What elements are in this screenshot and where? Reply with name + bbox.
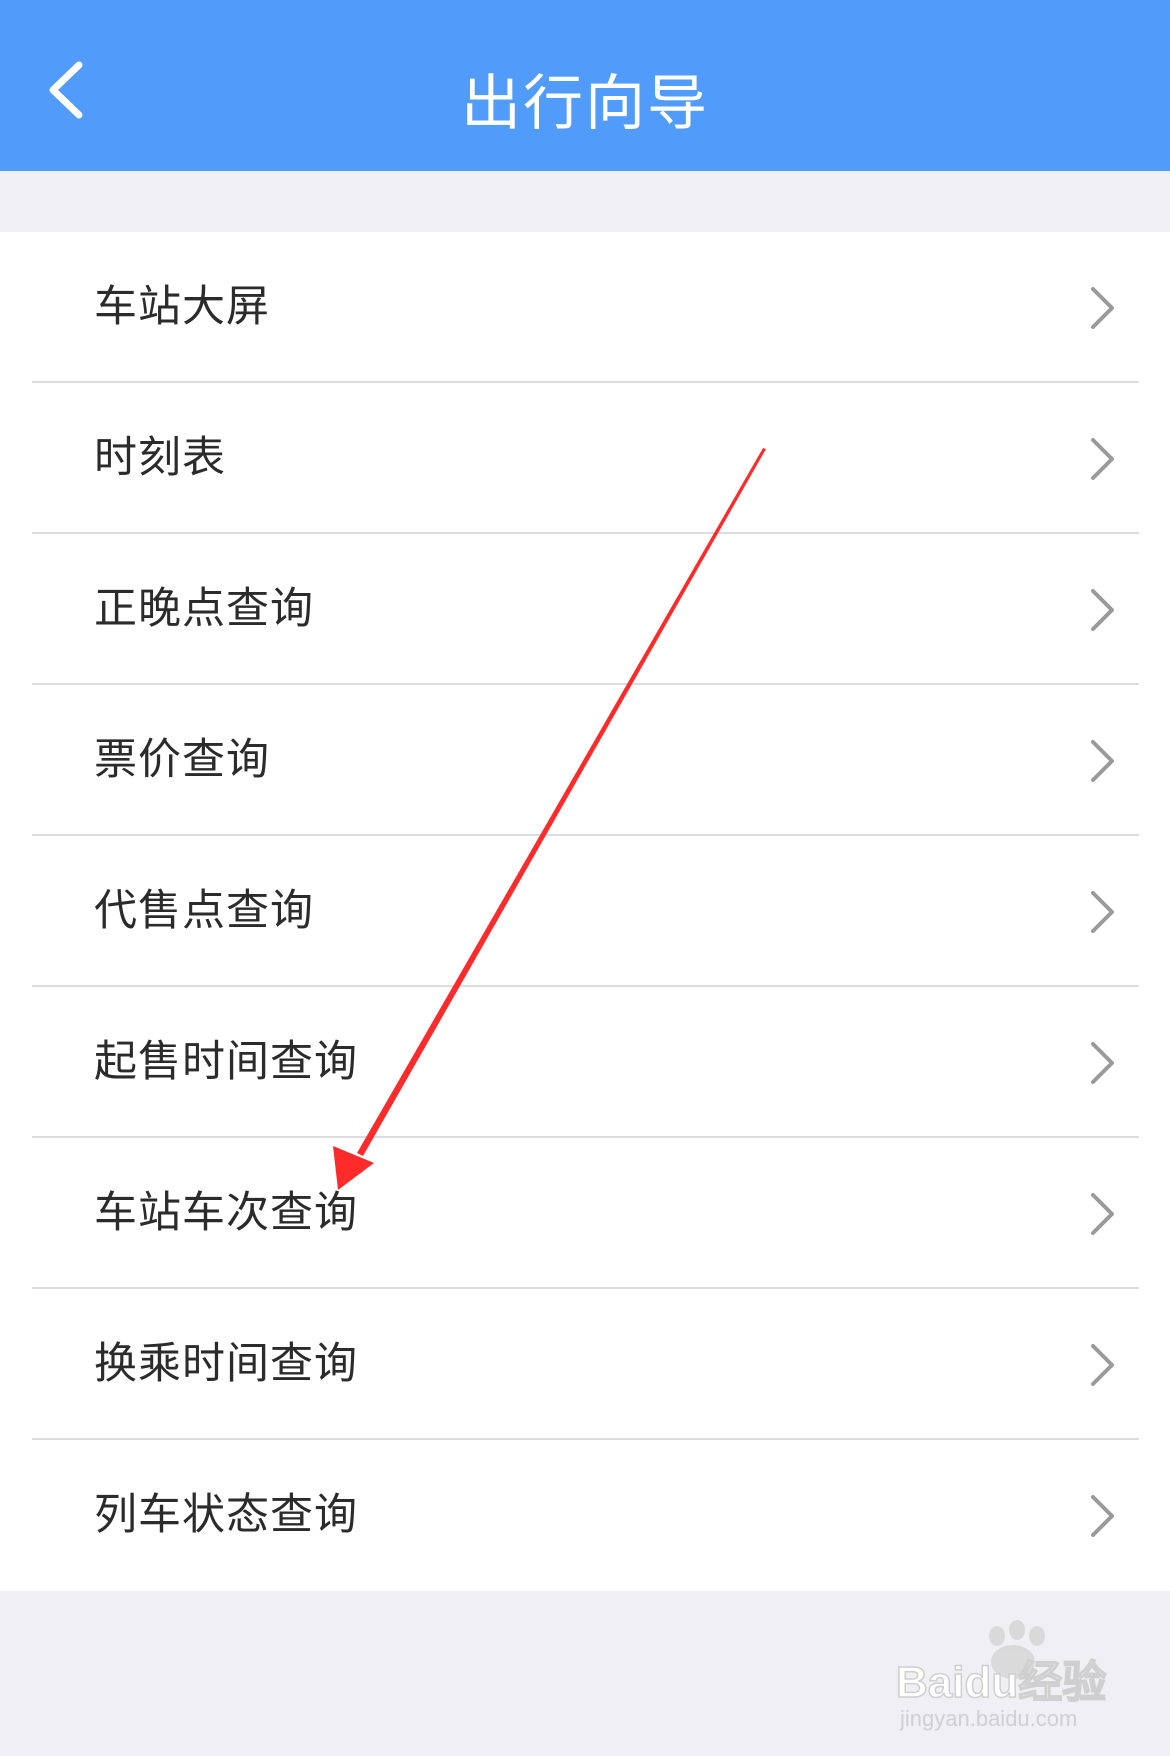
menu-item-label: 起售时间查询 bbox=[94, 1037, 358, 1087]
chevron-right-icon bbox=[1091, 589, 1114, 631]
menu-item-label: 车站大屏 bbox=[94, 282, 270, 332]
back-button[interactable] bbox=[30, 55, 100, 125]
menu-item[interactable]: 车站车次查询 bbox=[0, 1138, 1170, 1289]
menu-item[interactable]: 换乘时间查询 bbox=[0, 1289, 1170, 1440]
menu-list: 车站大屏 时刻表 正晚点查询 票价查询 代售点查询 起售时间查询 车站车次查询 … bbox=[0, 232, 1170, 1591]
chevron-right-icon bbox=[1091, 1495, 1114, 1537]
top-navigation-bar: 出行向导 bbox=[0, 0, 1170, 171]
menu-item[interactable]: 票价查询 bbox=[0, 685, 1170, 836]
menu-item[interactable]: 正晚点查询 bbox=[0, 534, 1170, 685]
menu-item[interactable]: 列车状态查询 bbox=[0, 1440, 1170, 1591]
menu-item[interactable]: 时刻表 bbox=[0, 383, 1170, 534]
menu-item-label: 正晚点查询 bbox=[94, 584, 314, 634]
menu-item-label: 票价查询 bbox=[94, 735, 270, 785]
chevron-right-icon bbox=[1091, 1042, 1114, 1084]
menu-item[interactable]: 代售点查询 bbox=[0, 836, 1170, 987]
menu-item-label: 车站车次查询 bbox=[94, 1188, 358, 1238]
chevron-right-icon bbox=[1091, 1193, 1114, 1235]
chevron-right-icon bbox=[1091, 740, 1114, 782]
menu-item[interactable]: 车站大屏 bbox=[0, 232, 1170, 383]
menu-item-label: 代售点查询 bbox=[94, 886, 314, 936]
menu-item-label: 换乘时间查询 bbox=[94, 1339, 358, 1389]
menu-item[interactable]: 起售时间查询 bbox=[0, 987, 1170, 1138]
chevron-right-icon bbox=[1091, 287, 1114, 329]
chevron-left-icon bbox=[49, 61, 83, 119]
page-title: 出行向导 bbox=[461, 69, 709, 139]
chevron-right-icon bbox=[1091, 1344, 1114, 1386]
menu-item-label: 列车状态查询 bbox=[94, 1490, 358, 1540]
baidu-jingyan-watermark: Baidu经验 jingyan.baidu.com bbox=[895, 1620, 1107, 1731]
watermark-brand: Baidu经验 bbox=[896, 1658, 1106, 1707]
chevron-right-icon bbox=[1091, 891, 1114, 933]
menu-item-label: 时刻表 bbox=[94, 433, 226, 483]
paw-logo bbox=[989, 1620, 1045, 1679]
watermark-url: jingyan.baidu.com bbox=[899, 1706, 1077, 1731]
chevron-right-icon bbox=[1091, 438, 1114, 480]
